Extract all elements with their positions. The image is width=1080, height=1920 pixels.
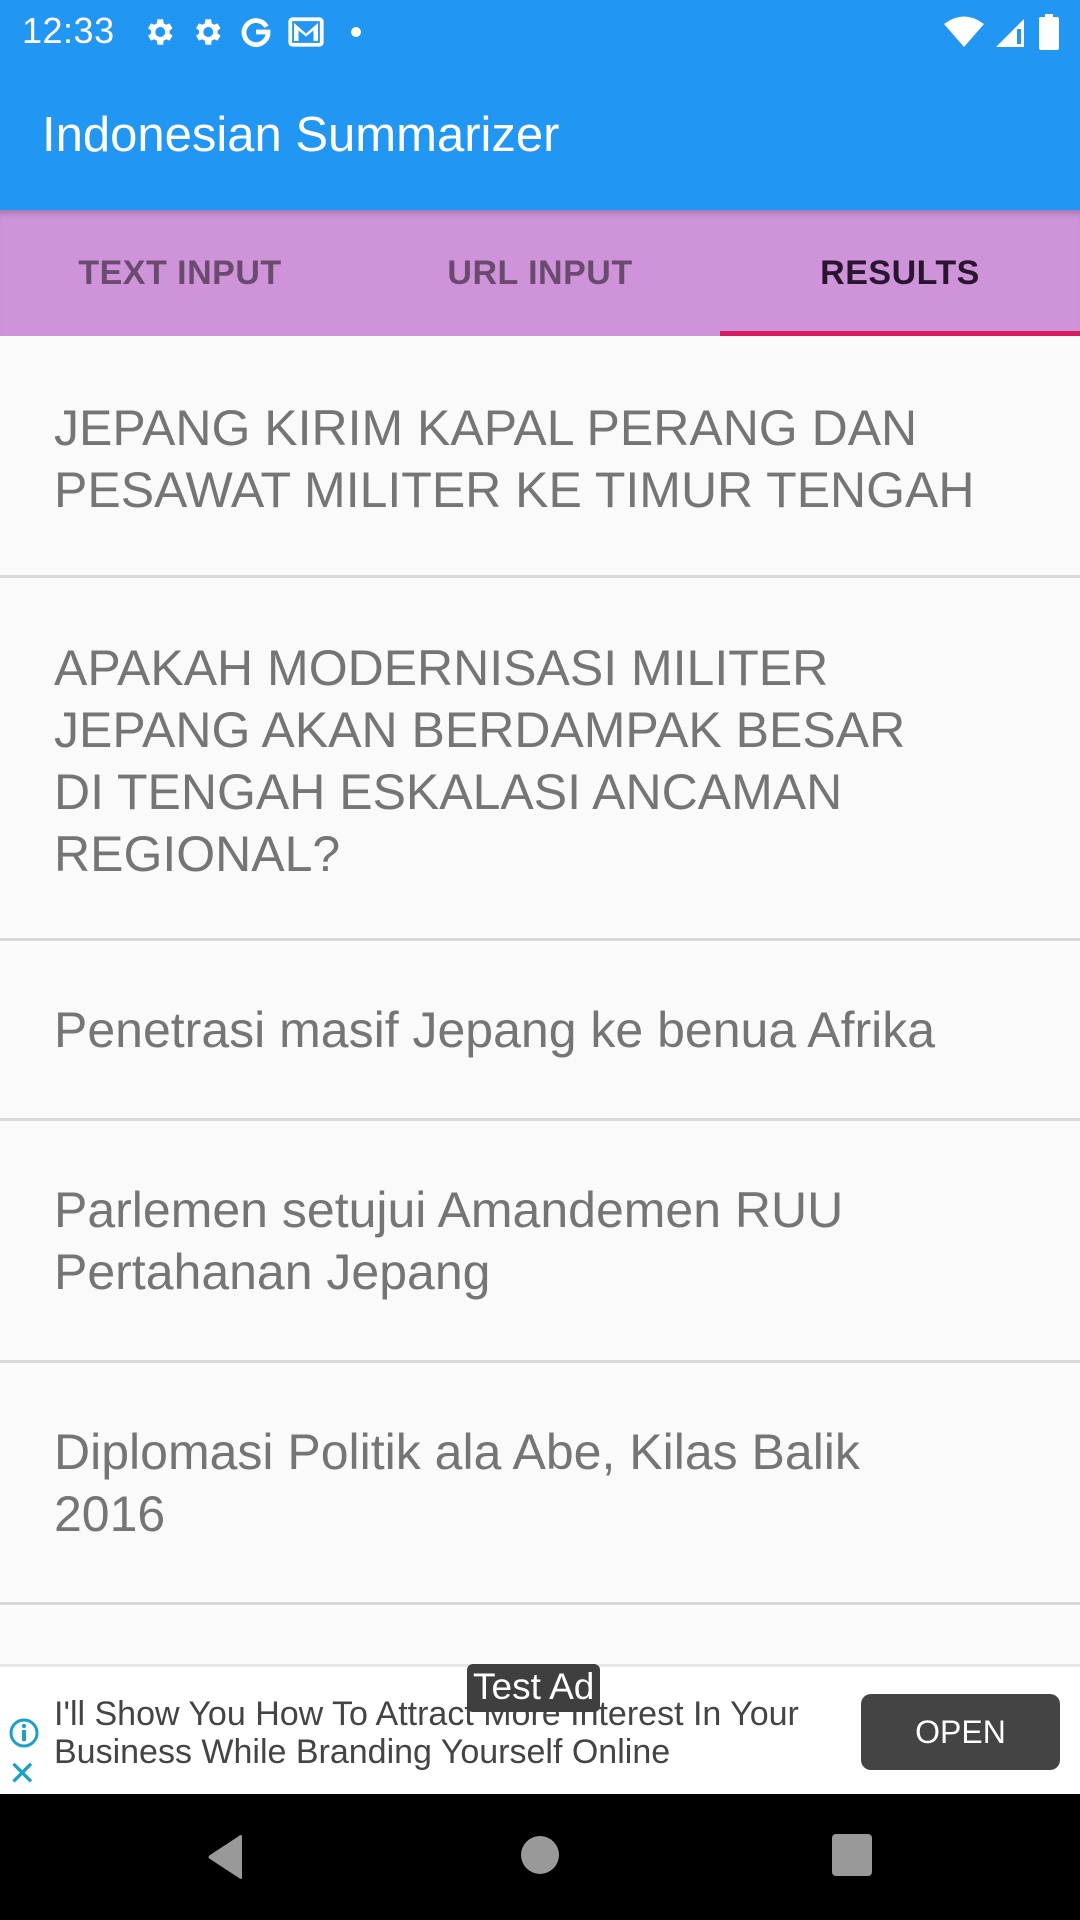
list-item[interactable]: JEPANG KIRIM KAPAL PERANG DAN PESAWAT MI… [0, 336, 1080, 578]
test-ad-badge: Test Ad [467, 1664, 601, 1712]
status-time: 12:33 [22, 10, 115, 51]
list-item[interactable]: Diplomasi Politik ala Abe, Kilas Balik 2… [0, 1363, 1080, 1605]
tab-label: TEXT INPUT [78, 253, 282, 292]
tab-label: RESULTS [820, 253, 980, 292]
battery-icon [1039, 14, 1059, 50]
google-icon [241, 18, 271, 47]
cellular-signal-icon [996, 19, 1024, 47]
result-title: Penetrasi masif Jepang ke benua Afrika [54, 1001, 936, 1058]
navigation-bar [0, 1794, 1080, 1920]
settings-icon [196, 19, 221, 45]
back-icon[interactable] [206, 1834, 246, 1880]
app-bar: Indonesian Summarizer [0, 63, 1080, 210]
tab-results[interactable]: RESULTS [720, 210, 1080, 336]
ad-open-button[interactable]: OPEN [861, 1694, 1060, 1770]
status-system-icons [944, 12, 1060, 52]
notification-dot-icon [351, 27, 361, 37]
gmail-icon [288, 17, 324, 47]
result-title: APAKAH MODERNISASI MILITER JEPANG AKAN B… [54, 640, 906, 882]
result-title: Diplomasi Politik ala Abe, Kilas Balik 2… [54, 1423, 860, 1542]
results-list[interactable]: JEPANG KIRIM KAPAL PERANG DAN PESAWAT MI… [0, 336, 1080, 1664]
app-title: Indonesian Summarizer [42, 108, 560, 162]
tab-label: URL INPUT [447, 253, 633, 292]
info-icon[interactable] [8, 1717, 40, 1749]
list-item[interactable]: Penetrasi masif Jepang ke benua Afrika [0, 941, 1080, 1121]
settings-icon [148, 19, 173, 45]
result-title: Parlemen setujui Amandemen RUU Pertahana… [54, 1181, 844, 1300]
list-item[interactable]: APAKAH MODERNISASI MILITER JEPANG AKAN B… [0, 578, 1080, 941]
tab-url-input[interactable]: URL INPUT [360, 210, 720, 336]
status-bar: 12:33 [0, 0, 1080, 63]
close-icon[interactable]: ✕ [8, 1757, 37, 1791]
ad-text[interactable]: I'll Show You How To Attract More Intere… [54, 1695, 814, 1771]
tab-text-input[interactable]: TEXT INPUT [0, 210, 360, 336]
status-notification-icons [142, 12, 368, 52]
wifi-icon [944, 16, 984, 47]
list-item[interactable]: Parlemen setujui Amandemen RUU Pertahana… [0, 1121, 1080, 1363]
recents-icon[interactable] [832, 1834, 872, 1876]
ad-banner[interactable]: ✕ I'll Show You How To Attract More Inte… [0, 1664, 1080, 1794]
home-icon[interactable] [519, 1834, 561, 1876]
result-title: JEPANG KIRIM KAPAL PERANG DAN PESAWAT MI… [54, 399, 975, 518]
tab-bar: TEXT INPUT URL INPUT RESULTS [0, 210, 1080, 336]
